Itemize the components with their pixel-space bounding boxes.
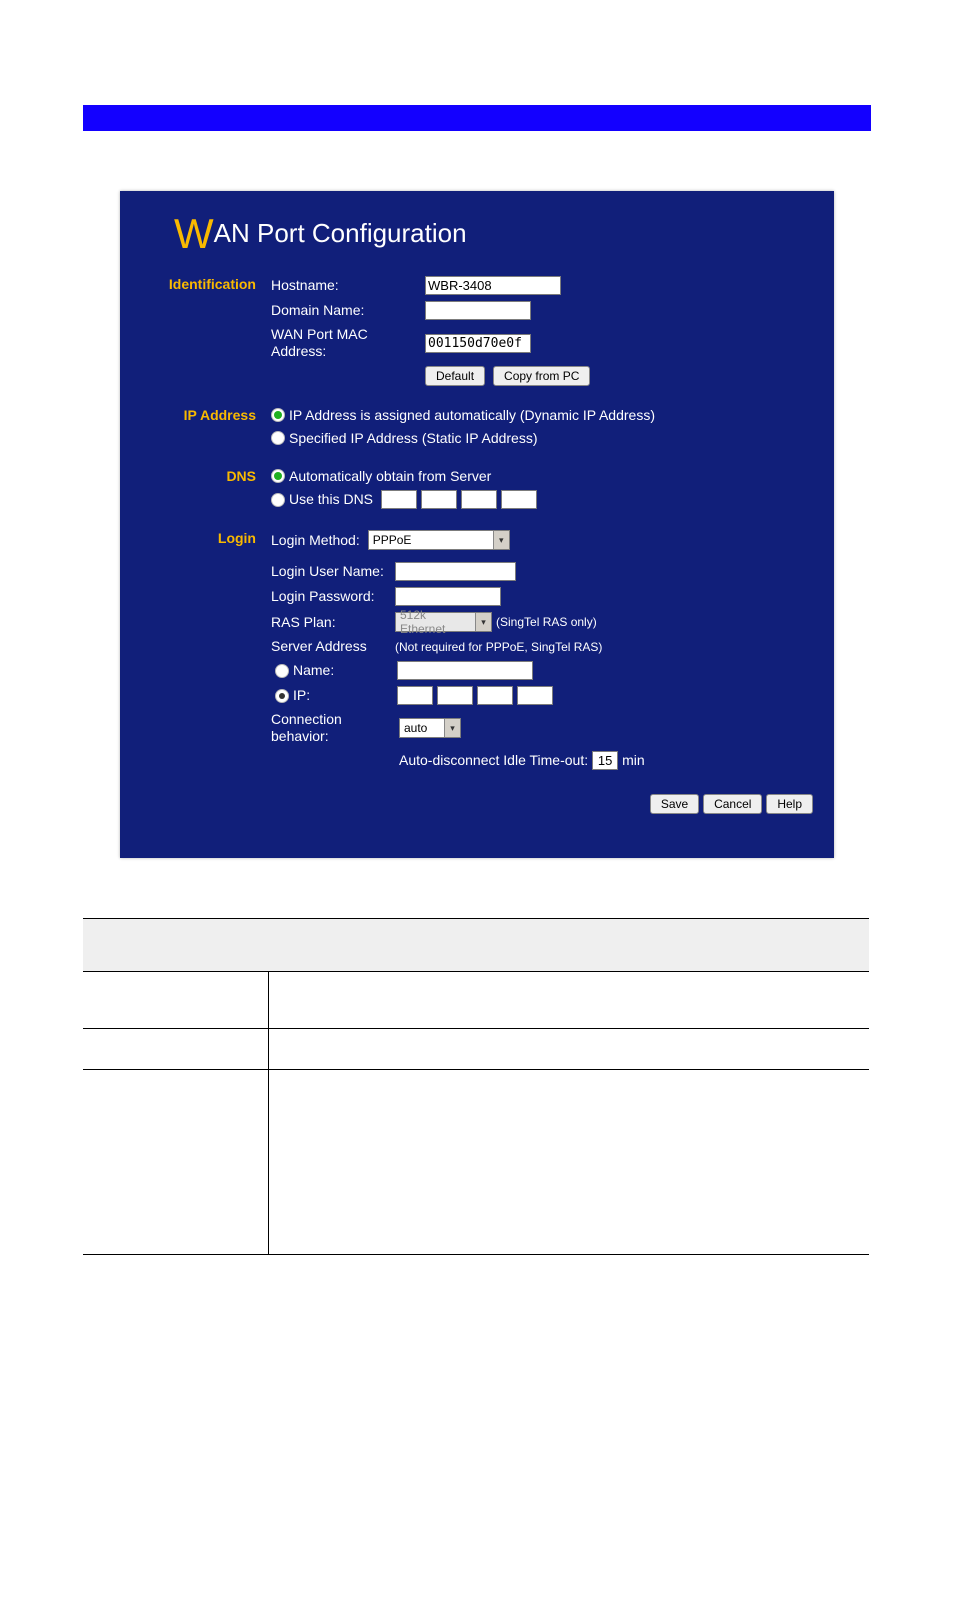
page-header-bar <box>83 105 871 131</box>
default-button[interactable]: Default <box>425 366 485 386</box>
server-ip-1[interactable] <box>397 686 433 705</box>
ras-plan-select: 512k Ethernet ▾ <box>395 612 492 632</box>
dns-octet-2[interactable] <box>421 490 457 509</box>
radio-dns-use-label: Use this DNS <box>289 491 373 508</box>
server-address-label: Server Address <box>271 638 391 655</box>
idle-timeout-input[interactable] <box>592 751 618 770</box>
server-address-note: (Not required for PPPoE, SingTel RAS) <box>395 640 602 654</box>
radio-dns-use[interactable] <box>271 493 285 507</box>
chevron-down-icon: ▾ <box>444 719 460 737</box>
page-title: WAN Port Configuration <box>174 209 814 259</box>
idle-timeout-label: Auto-disconnect Idle Time-out: <box>399 752 588 769</box>
dns-octet-1[interactable] <box>381 490 417 509</box>
login-user-input[interactable] <box>395 562 516 581</box>
server-ip-2[interactable] <box>437 686 473 705</box>
hostname-input[interactable] <box>425 276 561 295</box>
radio-server-ip[interactable] <box>275 689 289 703</box>
conn-behavior-label: Connection behavior: <box>271 711 395 745</box>
table-cell <box>269 1069 870 1254</box>
save-button[interactable]: Save <box>650 794 699 814</box>
ras-plan-note: (SingTel RAS only) <box>496 615 597 629</box>
table-cell <box>269 1028 870 1069</box>
login-password-input[interactable] <box>395 587 501 606</box>
chevron-down-icon: ▾ <box>493 531 509 549</box>
radio-dns-auto-label: Automatically obtain from Server <box>289 468 491 485</box>
help-button[interactable]: Help <box>766 794 813 814</box>
login-password-label: Login Password: <box>271 588 391 605</box>
server-ip-3[interactable] <box>477 686 513 705</box>
radio-server-ip-label: IP: <box>293 687 393 704</box>
section-login: Login <box>140 529 270 827</box>
title-initial: W <box>174 210 214 257</box>
mac-input[interactable] <box>425 334 531 353</box>
hostname-label: Hostname: <box>271 277 421 294</box>
radio-dynamic-ip[interactable] <box>271 408 285 422</box>
radio-server-name[interactable] <box>275 664 289 678</box>
table-cell <box>269 971 870 1028</box>
server-ip-4[interactable] <box>517 686 553 705</box>
login-user-label: Login User Name: <box>271 563 391 580</box>
ras-plan-label: RAS Plan: <box>271 614 391 631</box>
conn-behavior-select[interactable]: auto ▾ <box>399 718 461 738</box>
table-row <box>83 1028 869 1069</box>
domain-label: Domain Name: <box>271 302 421 319</box>
title-rest: AN Port Configuration <box>214 218 467 248</box>
section-dns: DNS <box>140 467 270 530</box>
table-cell <box>83 971 269 1028</box>
table-cell <box>83 1028 269 1069</box>
description-table <box>83 918 869 1255</box>
login-method-label: Login Method: <box>271 532 360 549</box>
cancel-button[interactable]: Cancel <box>703 794 762 814</box>
section-ip-address: IP Address <box>140 406 270 467</box>
radio-static-ip[interactable] <box>271 431 285 445</box>
domain-input[interactable] <box>425 301 531 320</box>
radio-static-ip-label: Specified IP Address (Static IP Address) <box>289 430 538 447</box>
idle-timeout-unit: min <box>622 752 645 769</box>
table-row <box>83 971 869 1028</box>
radio-server-name-label: Name: <box>293 662 393 679</box>
mac-label: WAN Port MAC Address: <box>271 326 421 360</box>
chevron-down-icon: ▾ <box>475 613 491 631</box>
table-header <box>83 918 869 971</box>
dns-octet-4[interactable] <box>501 490 537 509</box>
table-cell <box>83 1069 269 1254</box>
radio-dynamic-ip-label: IP Address is assigned automatically (Dy… <box>289 407 655 424</box>
copy-from-pc-button[interactable]: Copy from PC <box>493 366 590 386</box>
wan-port-config-panel: WAN Port Configuration Identification Ho… <box>120 191 834 858</box>
radio-dns-auto[interactable] <box>271 469 285 483</box>
login-method-select[interactable]: PPPoE ▾ <box>368 530 510 550</box>
dns-octet-3[interactable] <box>461 490 497 509</box>
table-row <box>83 1069 869 1254</box>
server-name-input[interactable] <box>397 661 533 680</box>
section-identification: Identification <box>140 275 270 406</box>
